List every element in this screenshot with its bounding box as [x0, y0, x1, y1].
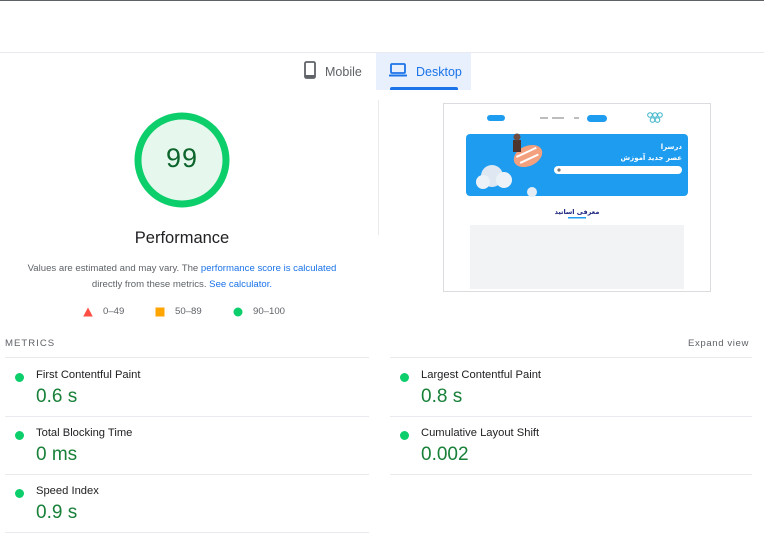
metric-value: 0.002	[421, 444, 469, 465]
divider	[390, 357, 752, 358]
performance-title: Performance	[134, 229, 230, 247]
metric-value: 0.8 s	[421, 386, 463, 407]
performance-score-link[interactable]: performance score is calculated	[201, 263, 336, 274]
metric-name: Total Blocking Time	[36, 427, 133, 439]
hero-title: درسرا	[661, 143, 683, 151]
divider	[390, 474, 752, 475]
performance-score-value: 99	[165, 143, 199, 173]
vertical-divider	[378, 100, 379, 235]
metric-value: 0 ms	[36, 444, 78, 465]
active-tab-indicator	[390, 87, 458, 90]
metric-name: First Contentful Paint	[36, 369, 141, 381]
divider	[390, 416, 752, 417]
metrics-heading: METRICS	[5, 338, 56, 349]
divider	[5, 416, 369, 417]
hero-subtitle: عصر جدید آموزش	[621, 153, 683, 162]
triangle-icon	[83, 307, 93, 316]
legend-fail: 0–49	[83, 306, 124, 317]
final-screenshot-preview: درسرا عصر جدید آموزش معرفی اساتید	[443, 103, 711, 292]
tab-mobile-label: Mobile	[325, 64, 362, 79]
see-calculator-link[interactable]: See calculator.	[209, 279, 272, 290]
performance-description: Values are estimated and may vary. The p…	[20, 261, 344, 293]
legend-fail-range: 0–49	[103, 306, 125, 317]
section-heading: معرفی اساتید	[555, 208, 600, 216]
smartphone-icon	[304, 61, 316, 82]
metric-name: Cumulative Layout Shift	[421, 427, 540, 439]
divider	[5, 474, 369, 475]
circle-icon	[233, 307, 243, 316]
tab-desktop[interactable]: Desktop	[376, 53, 471, 90]
pass-circle-icon	[15, 373, 24, 382]
divider	[5, 357, 369, 358]
pass-circle-icon	[400, 431, 409, 440]
square-icon	[155, 307, 165, 316]
description-text: Values are estimated and may vary. The	[27, 263, 201, 274]
metric-value: 0.9 s	[36, 502, 78, 523]
expand-view-button[interactable]: Expand view	[688, 338, 749, 349]
laptop-icon	[389, 63, 407, 80]
description-text-2: directly from these metrics.	[91, 279, 210, 290]
pass-circle-icon	[15, 431, 24, 440]
pass-circle-icon	[400, 373, 409, 382]
metric-name: Largest Contentful Paint	[421, 369, 542, 381]
top-border	[0, 0, 764, 1]
pass-circle-icon	[15, 489, 24, 498]
metric-value: 0.6 s	[36, 386, 78, 407]
divider	[5, 532, 369, 533]
metric-name: Speed Index	[36, 485, 99, 497]
tab-desktop-label: Desktop	[416, 64, 462, 79]
legend-average: 50–89	[155, 306, 202, 317]
legend-pass: 90–100	[233, 306, 285, 317]
tab-mobile[interactable]: Mobile	[296, 53, 376, 90]
legend-pass-range: 90–100	[253, 306, 286, 317]
website-thumbnail: درسرا عصر جدید آموزش معرفی اساتید	[466, 112, 688, 289]
legend-average-range: 50–89	[175, 306, 202, 317]
